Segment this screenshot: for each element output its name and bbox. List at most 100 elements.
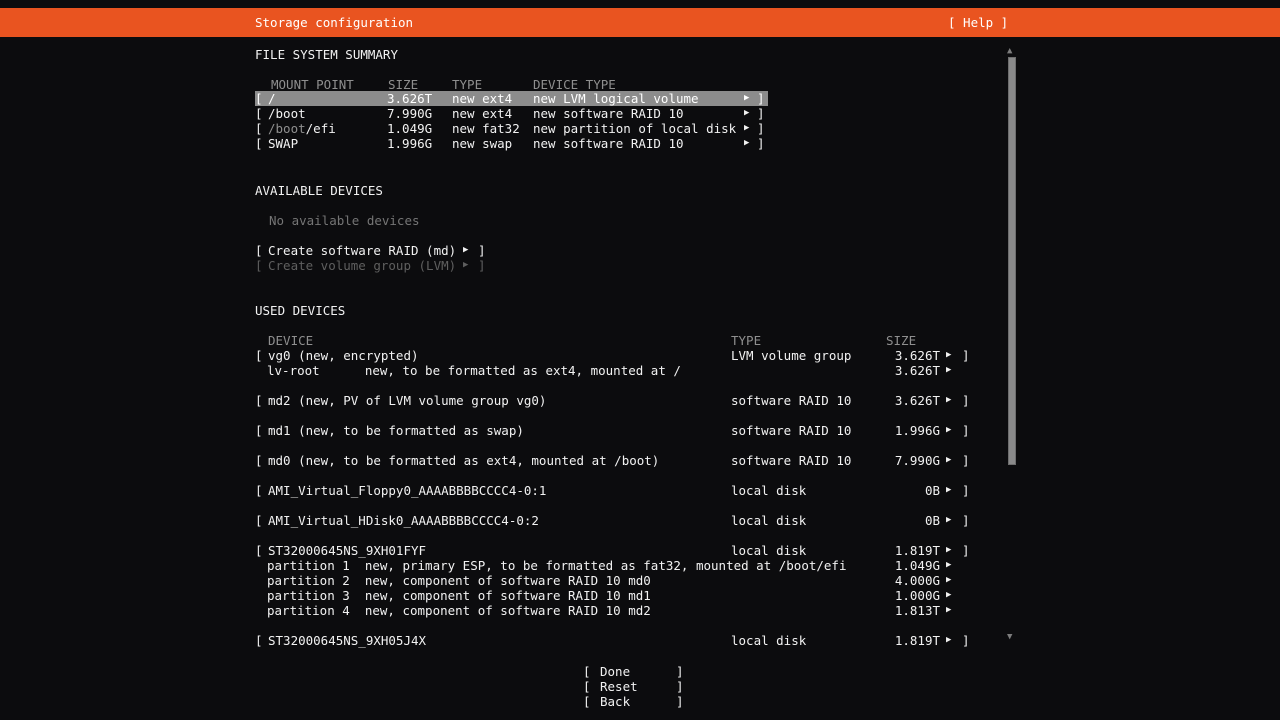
device-name: md1 (new, to be formatted as swap) <box>268 423 524 438</box>
mount-point: /boot/efi <box>268 121 336 136</box>
device-type: software RAID 10 <box>731 453 851 468</box>
device-type: software RAID 10 <box>731 393 851 408</box>
device-type: new software RAID 10 <box>533 136 684 151</box>
mount-label: /efi <box>306 121 336 136</box>
expand-arrow-icon: ▶ <box>946 633 951 648</box>
size-value: 0B <box>840 513 940 528</box>
expand-arrow-icon: ▶ <box>946 363 951 378</box>
expand-arrow-icon: ▶ <box>463 258 468 273</box>
col-device-type: DEVICE TYPE <box>533 77 616 92</box>
expand-arrow-icon: ▶ <box>463 243 468 258</box>
fs-row-boot[interactable]: [ /boot 7.990G new ext4 new software RAI… <box>255 106 768 121</box>
bracket-open: [ <box>255 258 263 273</box>
fs-type: new ext4 <box>452 106 512 121</box>
partition-text: partition 3 new, component of software R… <box>267 588 651 603</box>
expand-arrow-icon: ▶ <box>946 573 951 588</box>
used-row-hdisk0[interactable]: [ AMI_Virtual_HDisk0_AAAABBBBCCCC4-0:2 l… <box>255 513 967 528</box>
bracket-close: ] <box>676 664 684 679</box>
size-value: 1.813T <box>840 603 940 618</box>
bracket-close: ] <box>962 453 970 468</box>
bracket-open: [ <box>583 694 591 709</box>
back-button[interactable]: [ Back ] <box>583 694 683 709</box>
bracket-close: ] <box>962 633 970 648</box>
used-row-vg0[interactable]: [ vg0 (new, encrypted) LVM volume group … <box>255 348 967 363</box>
create-software-raid-button[interactable]: [ Create software RAID (md) ▶ ] <box>255 243 495 258</box>
device-type: local disk <box>731 633 806 648</box>
col-mount-point: MOUNT POINT <box>271 77 354 92</box>
size-value: 3.626T <box>840 393 940 408</box>
expand-arrow-icon: ▶ <box>946 423 951 438</box>
expand-arrow-icon: ▶ <box>744 106 749 121</box>
device-name: ST32000645NS_9XH05J4X <box>268 633 426 648</box>
used-row-md1[interactable]: [ md1 (new, to be formatted as swap) sof… <box>255 423 967 438</box>
fs-row-swap[interactable]: [ SWAP 1.996G new swap new software RAID… <box>255 136 768 151</box>
help-button[interactable]: [ Help ] <box>948 8 1008 37</box>
used-row-st-9xh05j4x[interactable]: [ ST32000645NS_9XH05J4X local disk 1.819… <box>255 633 967 648</box>
used-row-lv-root[interactable]: lv-root new, to be formatted as ext4, mo… <box>255 363 967 378</box>
device-name: AMI_Virtual_Floppy0_AAAABBBBCCCC4-0:1 <box>268 483 546 498</box>
used-row-partition-3[interactable]: partition 3 new, component of software R… <box>255 588 967 603</box>
device-type: software RAID 10 <box>731 423 851 438</box>
device-type: local disk <box>731 513 806 528</box>
bracket-close: ] <box>757 91 765 106</box>
done-button[interactable]: [ Done ] <box>583 664 683 679</box>
bracket-close: ] <box>757 136 765 151</box>
fs-summary-column-header: MOUNT POINT SIZE TYPE DEVICE TYPE <box>255 77 768 92</box>
partition-text: partition 4 new, component of software R… <box>267 603 651 618</box>
mount-label: / <box>268 91 276 106</box>
bracket-close: ] <box>676 694 684 709</box>
storage-configuration-screen: Storage configuration [ Help ] FILE SYST… <box>0 0 1280 720</box>
partition-text: partition 1 new, primary ESP, to be form… <box>267 558 846 573</box>
create-volume-group-button[interactable]: [ Create volume group (LVM) ▶ ] <box>255 258 495 273</box>
mount-label: SWAP <box>268 136 298 151</box>
no-available-devices-text: No available devices <box>269 213 420 228</box>
fs-summary-heading: FILE SYSTEM SUMMARY <box>255 47 398 62</box>
mount-point: /boot <box>268 106 306 121</box>
used-row-floppy0[interactable]: [ AMI_Virtual_Floppy0_AAAABBBBCCCC4-0:1 … <box>255 483 967 498</box>
reset-button[interactable]: [ Reset ] <box>583 679 683 694</box>
bracket-close: ] <box>962 483 970 498</box>
expand-arrow-icon: ▶ <box>744 121 749 136</box>
logical-volume-text: lv-root new, to be formatted as ext4, mo… <box>267 363 681 378</box>
expand-arrow-icon: ▶ <box>946 453 951 468</box>
used-row-partition-4[interactable]: partition 4 new, component of software R… <box>255 603 967 618</box>
bracket-close: ] <box>757 106 765 121</box>
bracket-open: [ <box>583 664 591 679</box>
fs-type: new fat32 <box>452 121 520 136</box>
size-value: 3.626T <box>840 363 940 378</box>
bracket-open: [ <box>255 513 263 528</box>
expand-arrow-icon: ▶ <box>946 543 951 558</box>
reset-label: Reset <box>600 679 638 694</box>
title-bar: Storage configuration [ Help ] <box>0 8 1280 37</box>
device-type: local disk <box>731 543 806 558</box>
partition-text: partition 2 new, component of software R… <box>267 573 651 588</box>
used-row-md0[interactable]: [ md0 (new, to be formatted as ext4, mou… <box>255 453 967 468</box>
bracket-close: ] <box>478 243 486 258</box>
bracket-open: [ <box>255 136 263 151</box>
col-type: TYPE <box>452 77 482 92</box>
size-value: 7.990G <box>387 106 432 121</box>
done-label: Done <box>600 664 630 679</box>
used-row-md2[interactable]: [ md2 (new, PV of LVM volume group vg0) … <box>255 393 967 408</box>
available-devices-heading: AVAILABLE DEVICES <box>255 183 383 198</box>
scrollbar-thumb[interactable] <box>1008 57 1016 465</box>
size-value: 3.626T <box>840 348 940 363</box>
col-device: DEVICE <box>268 333 313 348</box>
used-row-st-9xh01fyf[interactable]: [ ST32000645NS_9XH01FYF local disk 1.819… <box>255 543 967 558</box>
device-name: AMI_Virtual_HDisk0_AAAABBBBCCCC4-0:2 <box>268 513 539 528</box>
col-size: SIZE <box>886 333 916 348</box>
bracket-open: [ <box>255 106 263 121</box>
mount-prefix: /boot <box>268 121 306 136</box>
used-row-partition-1[interactable]: partition 1 new, primary ESP, to be form… <box>255 558 967 573</box>
create-lvm-label: Create volume group (LVM) <box>268 258 456 273</box>
expand-arrow-icon: ▶ <box>946 393 951 408</box>
col-size: SIZE <box>388 77 418 92</box>
fs-row-boot-efi[interactable]: [ /boot/efi 1.049G new fat32 new partiti… <box>255 121 768 136</box>
expand-arrow-icon: ▶ <box>946 603 951 618</box>
device-type: local disk <box>731 483 806 498</box>
fs-row-root[interactable]: [ / 3.626T new ext4 new LVM logical volu… <box>255 91 768 106</box>
bracket-open: [ <box>255 423 263 438</box>
scroll-down-icon: ▼ <box>1007 630 1019 645</box>
bracket-close: ] <box>962 348 970 363</box>
used-row-partition-2[interactable]: partition 2 new, component of software R… <box>255 573 967 588</box>
